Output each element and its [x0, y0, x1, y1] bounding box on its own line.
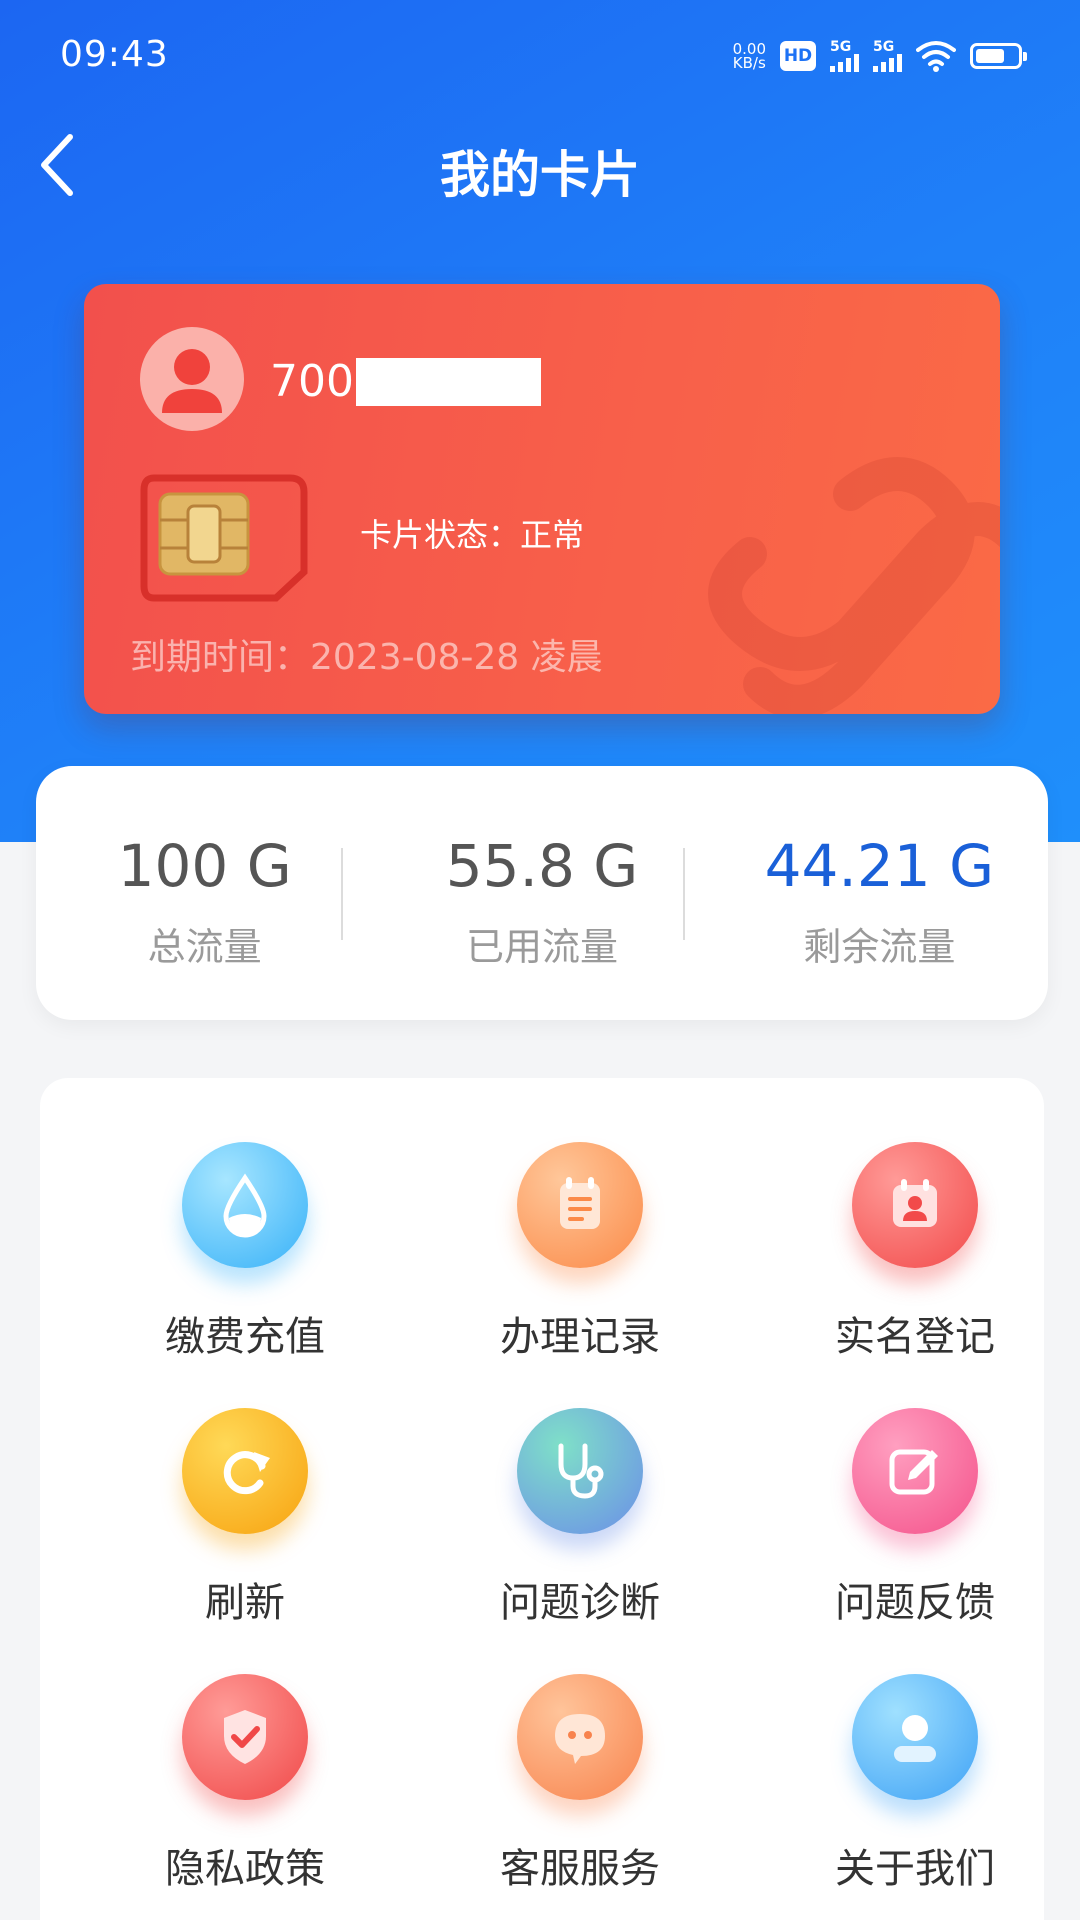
avatar: [140, 327, 244, 431]
service-label: 关于我们: [835, 1846, 995, 1892]
service-label: 问题反馈: [835, 1580, 995, 1626]
service-label: 刷新: [205, 1580, 285, 1626]
remaining-data-label: 剩余流量: [803, 925, 956, 969]
service-label: 问题诊断: [500, 1580, 660, 1626]
signal-5g-icon: 5G: [873, 40, 902, 72]
remaining-data-stat: 44.21 G 剩余流量: [711, 766, 1048, 1020]
divider: [341, 848, 343, 940]
shield-check-icon: [182, 1674, 308, 1800]
signal-label: 5G: [830, 39, 852, 55]
card-status: 卡片状态：正常: [360, 516, 585, 554]
service-real-name-button[interactable]: 实名登记: [765, 1108, 1065, 1360]
used-data-value: 55.8 G: [445, 832, 639, 900]
service-label: 缴费充值: [165, 1314, 325, 1360]
notepad-icon: [517, 1142, 643, 1268]
total-data-label: 总流量: [147, 925, 262, 969]
net-speed-unit: KB/s: [732, 54, 766, 72]
service-feedback-button[interactable]: 问题反馈: [765, 1374, 1065, 1626]
total-data-value: 100 G: [117, 832, 292, 900]
service-label: 客服服务: [500, 1846, 660, 1892]
refresh-icon: [182, 1408, 308, 1534]
card-number-prefix: 700: [270, 356, 354, 407]
service-diagnosis-button[interactable]: 问题诊断: [430, 1374, 730, 1626]
user-icon: [162, 349, 222, 413]
service-label: 实名登记: [835, 1314, 995, 1360]
net-speed: 0.00 KB/s: [732, 42, 766, 72]
redacted-block: [355, 357, 541, 406]
card-number: 700: [270, 356, 541, 407]
service-about-button[interactable]: 关于我们: [765, 1640, 1065, 1892]
signal-5g-icon: 5G: [830, 40, 859, 72]
signal-bars: [830, 54, 859, 72]
battery-icon: [970, 43, 1027, 69]
status-time: 09:43: [60, 34, 169, 75]
service-privacy-button[interactable]: 隐私政策: [95, 1640, 395, 1892]
status-icons: 0.00 KB/s HD 5G 5G: [732, 36, 1027, 76]
unicom-logo-icon: [708, 457, 1000, 714]
divider: [683, 848, 685, 940]
sim-card: 700 卡片状态：正常 到期时间：2023-08-28 凌晨: [84, 284, 1000, 714]
hd-icon: HD: [780, 41, 816, 71]
page-title: 我的卡片: [440, 146, 640, 204]
used-data-stat: 55.8 G 已用流量: [373, 766, 710, 1020]
total-data-stat: 100 G 总流量: [36, 766, 373, 1020]
data-usage-panel: 100 G 总流量 55.8 G 已用流量 44.21 G 剩余流量: [36, 766, 1048, 1020]
wifi-icon: [916, 41, 956, 72]
user-icon: [852, 1674, 978, 1800]
service-refresh-button[interactable]: 刷新: [95, 1374, 395, 1626]
service-label: 隐私政策: [165, 1846, 325, 1892]
water-drop-icon: [182, 1142, 308, 1268]
stethoscope-icon: [517, 1408, 643, 1534]
services-panel: 缴费充值 办理记录 实名登记 刷新 问题诊断 问题反馈 隐私政策 客服服务 关于…: [40, 1078, 1044, 1920]
sim-chip-icon: [140, 474, 308, 602]
expiry-date: 到期时间：2023-08-28 凌晨: [130, 637, 603, 678]
service-customer-service-button[interactable]: 客服服务: [430, 1640, 730, 1892]
service-records-button[interactable]: 办理记录: [430, 1108, 730, 1360]
edit-icon: [852, 1408, 978, 1534]
id-card-icon: [852, 1142, 978, 1268]
status-bar: 09:43 0.00 KB/s HD 5G 5G: [0, 0, 1080, 110]
service-recharge-button[interactable]: 缴费充值: [95, 1108, 395, 1360]
signal-bars: [873, 54, 902, 72]
service-label: 办理记录: [500, 1314, 660, 1360]
used-data-label: 已用流量: [465, 925, 618, 969]
chat-bubble-icon: [517, 1674, 643, 1800]
signal-label: 5G: [873, 39, 895, 55]
remaining-data-value: 44.21 G: [764, 832, 995, 900]
